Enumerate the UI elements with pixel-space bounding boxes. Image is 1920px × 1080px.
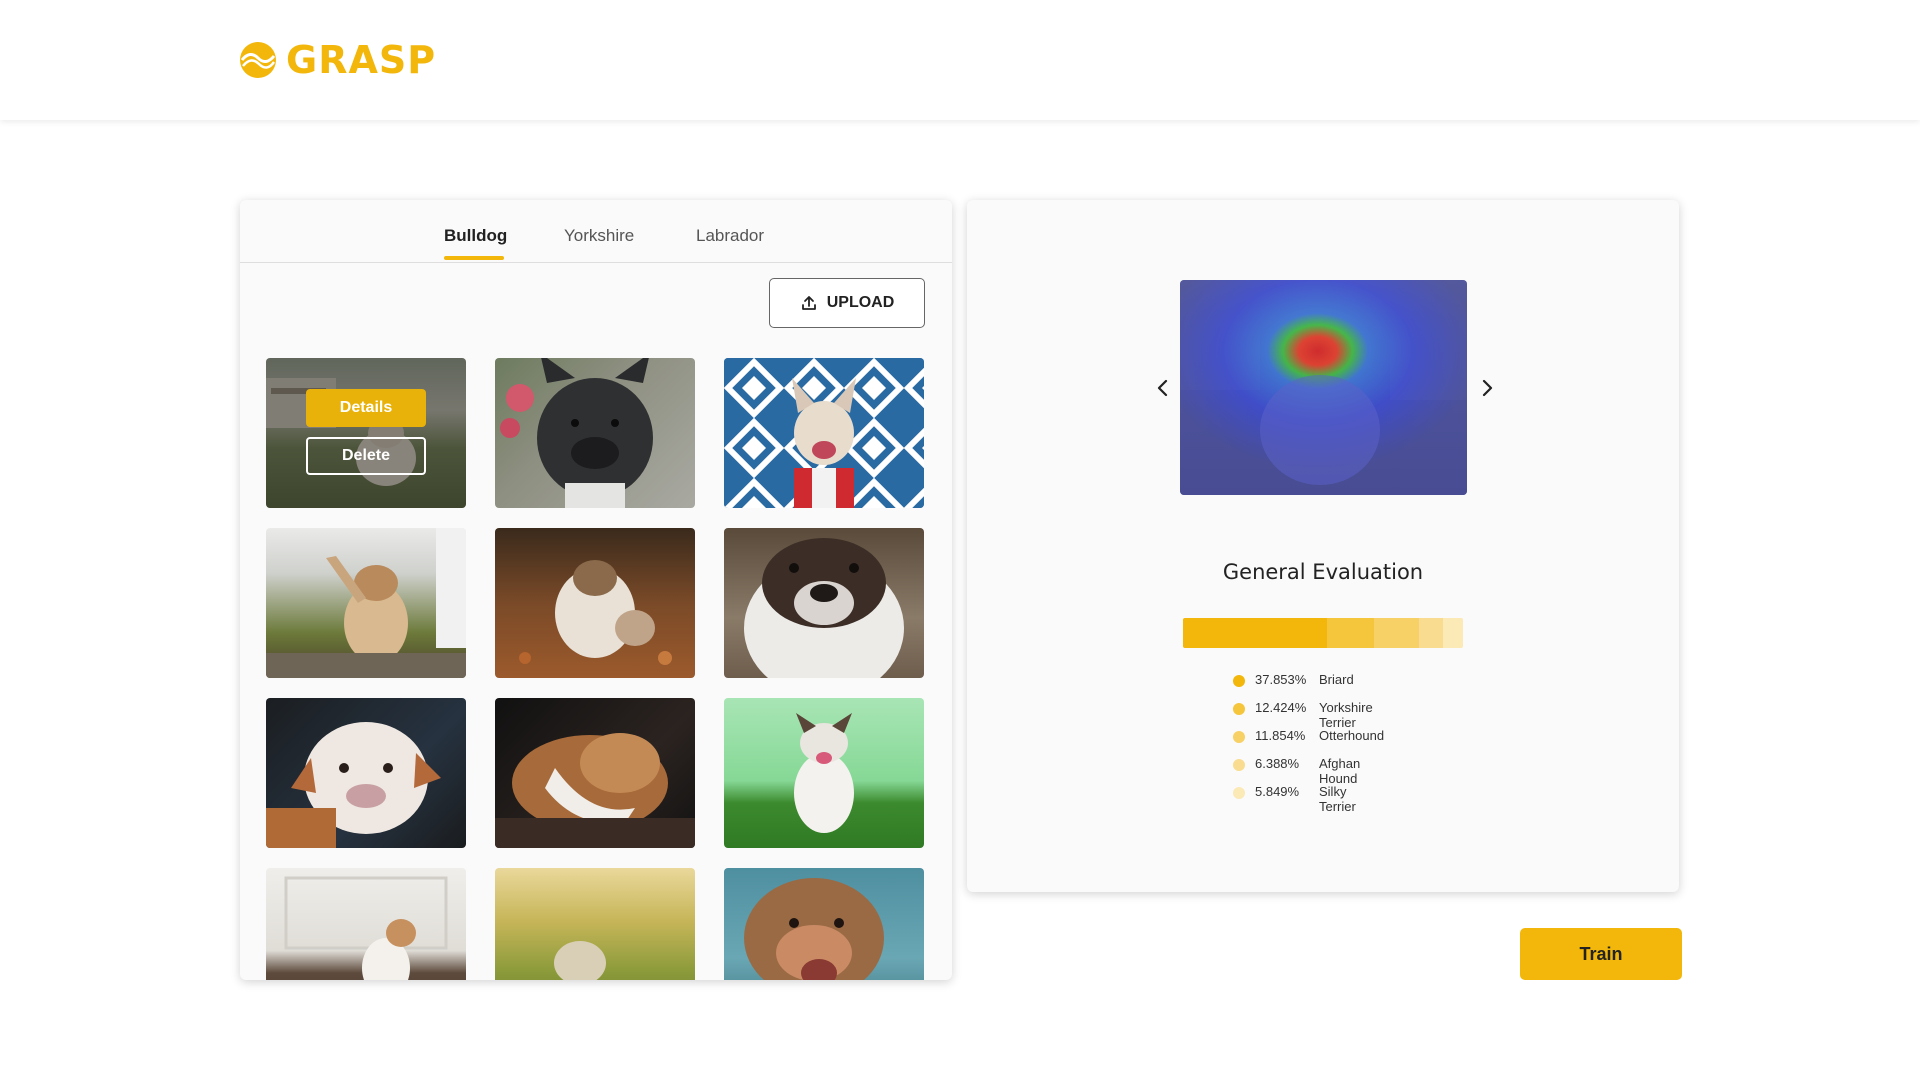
prediction-percent: 37.853% [1255,672,1307,687]
delete-button[interactable]: Delete [306,437,426,475]
legend-dot-0 [1233,675,1245,687]
prediction-label: Briard [1319,672,1354,687]
image-thumbnail[interactable] [724,358,924,508]
legend-dot-1 [1233,703,1245,715]
image-thumbnail[interactable] [495,868,695,980]
attention-heatmap [1180,280,1467,495]
legend-dot-4 [1233,787,1245,799]
tab-labrador[interactable]: Labrador [696,226,764,246]
legend-dot-2 [1233,731,1245,743]
train-button[interactable]: Train [1520,928,1682,980]
image-thumbnail[interactable] [495,528,695,678]
upload-button[interactable]: UPLOAD [769,278,925,328]
image-thumbnail[interactable] [724,868,924,980]
legend-dot-3 [1233,759,1245,771]
dog-photo [519,560,672,665]
image-thumbnail[interactable] [495,698,695,848]
prediction-bar-segment [1443,618,1463,648]
chevron-left-icon[interactable] [1151,376,1175,400]
dog-photo [500,358,653,508]
evaluation-panel: General Evaluation 37.853% Briard 12.424… [967,200,1679,892]
breed-tabs: Bulldog Yorkshire Labrador [240,200,952,263]
prediction-bar [1183,618,1463,648]
image-thumbnail[interactable] [724,528,924,678]
brand-name: GRASP [286,38,437,82]
dog-photo [266,722,441,848]
upload-label: UPLOAD [826,294,895,311]
upload-icon [801,296,816,310]
tab-bulldog[interactable]: Bulldog [444,226,507,246]
prediction-label: Otterhound [1319,728,1385,743]
image-thumbnail[interactable] [495,358,695,508]
prediction-label: Yorkshire Terrier [1319,700,1373,730]
chevron-right-icon[interactable] [1475,376,1499,400]
top-bar: GRASP [0,0,1920,120]
prediction-percent: 6.388% [1255,756,1300,771]
app-logo[interactable]: GRASP [238,38,436,82]
active-tab-indicator [444,256,504,260]
prediction-bar-segment [1419,618,1443,648]
dog-photo [284,876,448,980]
thumbnail-hover-overlay: Details Delete [266,358,466,508]
dog-photo [724,358,924,508]
prediction-bar-segment [1374,618,1419,648]
prediction-percent: 5.849% [1255,784,1300,799]
prediction-percent: 11.854% [1255,728,1306,743]
image-thumbnail[interactable] [266,868,466,980]
details-button[interactable]: Details [306,389,426,427]
grasp-logo-icon [240,42,276,78]
prediction-label: Afghan Hound [1319,756,1361,786]
dog-photo [554,941,606,980]
dog-photo [794,713,854,833]
prediction-bar-segment [1327,618,1374,648]
prediction-percent: 12.424% [1255,700,1307,715]
dog-photo [744,538,904,678]
image-thumbnail[interactable] [266,698,466,848]
image-thumbnail[interactable] [266,528,466,678]
gallery-panel: Bulldog Yorkshire Labrador UPLOAD Detail… [240,200,952,980]
dog-photo [266,528,466,678]
dog-photo [744,878,884,980]
prediction-label: Silky Terrier [1319,784,1356,814]
prediction-bar-segment [1183,618,1327,648]
tab-yorkshire[interactable]: Yorkshire [564,226,634,246]
image-thumbnail[interactable]: Details Delete [266,358,466,508]
dog-photo [495,733,695,848]
image-thumbnail[interactable] [724,698,924,848]
heatmap-image [1180,280,1467,495]
evaluation-title: General Evaluation [1222,560,1424,584]
